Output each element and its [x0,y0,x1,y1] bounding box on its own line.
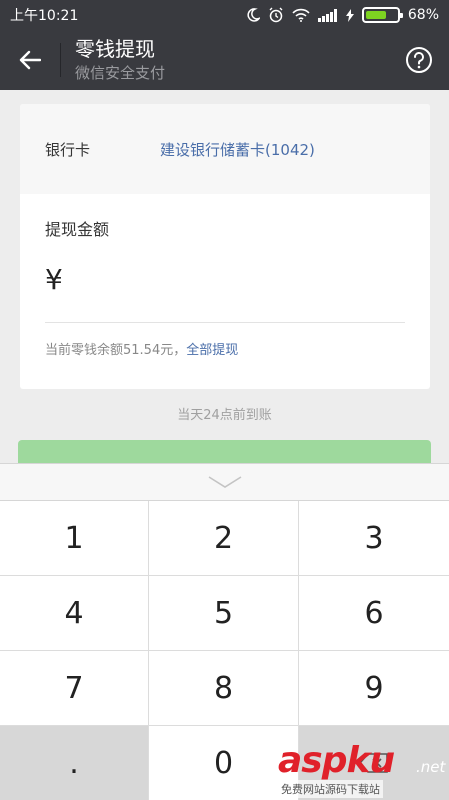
balance-row: 当前零钱余额51.54元，全部提现 [45,339,405,358]
backspace-icon [359,753,388,773]
number-keypad: 1 2 3 4 5 6 7 8 9 . 0 [0,463,449,800]
arrow-left-icon [19,50,41,70]
key-5[interactable]: 5 [149,576,299,651]
wifi-icon [292,8,310,22]
status-icons: 68% [246,7,439,23]
bank-card-label: 银行卡 [45,140,91,159]
amount-label: 提现金额 [45,220,110,239]
status-time: 上午10:21 [10,8,79,24]
currency-symbol: ¥ [45,262,63,296]
help-button[interactable] [389,30,449,90]
bank-card-value: 建设银行储蓄卡(1042) [160,140,315,159]
battery-icon [361,7,403,23]
page-subtitle: 微信安全支付 [75,64,166,82]
alarm-icon [268,7,284,23]
amount-section: 提现金额 ¥ 当前零钱余额51.54元，全部提现 [20,216,430,358]
amount-underline [45,322,405,323]
key-decimal[interactable]: . [0,726,149,800]
moon-icon [246,8,260,22]
page-title: 零钱提现 [75,37,155,61]
battery-percent: 68% [407,7,439,23]
key-9[interactable]: 9 [299,651,449,726]
key-7[interactable]: 7 [0,651,149,726]
withdraw-card: 银行卡 建设银行储蓄卡(1042) 提现金额 ¥ 当前零钱余额51.54元，全部… [20,104,430,389]
withdraw-all-link[interactable]: 全部提现 [186,343,238,358]
key-0[interactable]: 0 [149,726,299,800]
amount-input-row: ¥ [45,246,420,312]
key-2[interactable]: 2 [149,501,299,576]
chevron-down-icon [208,476,241,488]
header-titles: 零钱提现 微信安全支付 [75,37,165,83]
charging-icon [345,8,354,22]
key-delete[interactable] [299,726,449,800]
key-8[interactable]: 8 [149,651,299,726]
signal-icon [317,8,338,22]
question-icon [406,47,432,73]
key-1[interactable]: 1 [0,501,149,576]
arrival-note: 当天24点前到账 [177,408,272,423]
key-6[interactable]: 6 [299,576,449,651]
battery-fill [365,11,387,19]
key-3[interactable]: 3 [299,501,449,576]
keypad-keys: 1 2 3 4 5 6 7 8 9 . 0 [0,501,449,800]
keypad-collapse-button[interactable] [0,464,449,501]
key-4[interactable]: 4 [0,576,149,651]
status-bar: 上午10:21 68% [0,0,449,30]
balance-text: 当前零钱余额51.54元， [45,343,187,358]
app-header: 零钱提现 微信安全支付 [0,30,449,90]
back-button[interactable] [0,30,60,90]
bank-card-row[interactable]: 银行卡 建设银行储蓄卡(1042) [20,104,430,194]
header-divider [60,43,61,77]
amount-input[interactable] [70,254,420,304]
